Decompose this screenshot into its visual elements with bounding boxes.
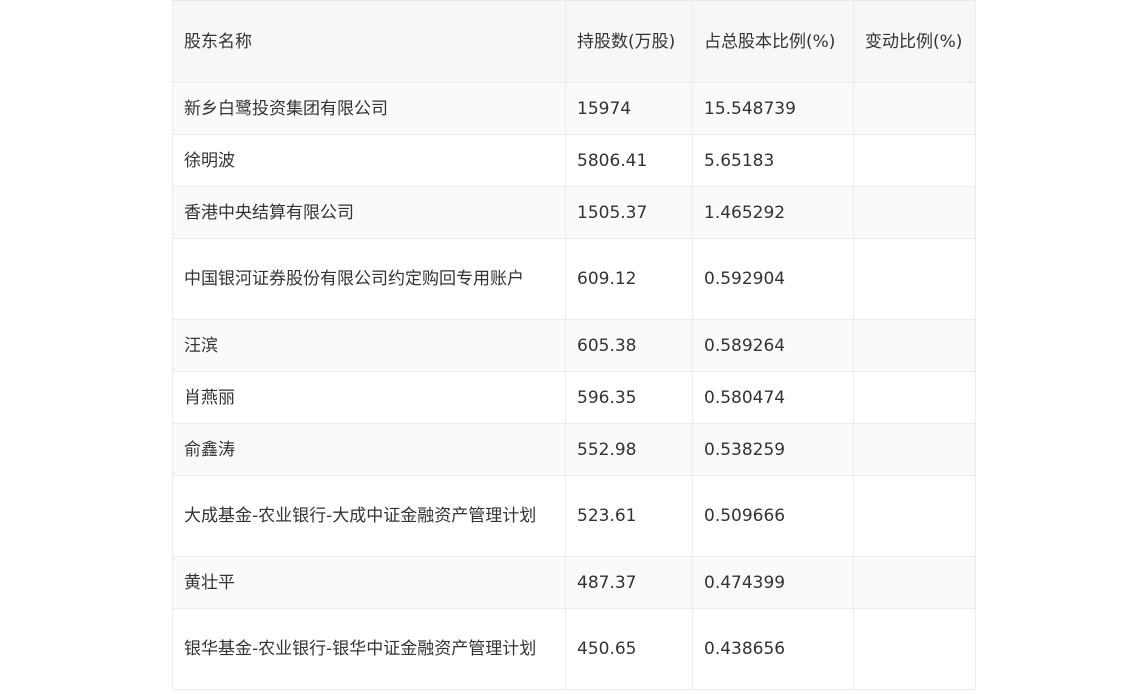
- cell-shares: 605.38: [565, 319, 693, 372]
- cell-change: [853, 475, 976, 557]
- cell-ratio: 0.474399: [692, 556, 854, 609]
- table-row: 新乡白鹭投资集团有限公司 15974 15.548739: [172, 82, 976, 135]
- cell-shareholder-name: 徐明波: [172, 134, 566, 187]
- cell-shares: 15974: [565, 82, 693, 135]
- cell-change: [853, 319, 976, 372]
- cell-shares: 552.98: [565, 423, 693, 476]
- cell-ratio: 0.580474: [692, 371, 854, 424]
- cell-shareholder-name: 大成基金-农业银行-大成中证金融资产管理计划: [172, 475, 566, 557]
- cell-change: [853, 608, 976, 690]
- header-shares-held: 持股数(万股): [565, 0, 693, 83]
- shareholder-table-container: 股东名称 持股数(万股) 占总股本比例(%) 变动比例(%) 新乡白鹭投资集团有…: [172, 0, 976, 690]
- cell-ratio: 0.438656: [692, 608, 854, 690]
- cell-change: [853, 371, 976, 424]
- table-row: 徐明波 5806.41 5.65183: [172, 134, 976, 187]
- cell-shares: 1505.37: [565, 186, 693, 239]
- table-row: 肖燕丽 596.35 0.580474: [172, 371, 976, 424]
- table-row: 香港中央结算有限公司 1505.37 1.465292: [172, 186, 976, 239]
- cell-shareholder-name: 中国银河证券股份有限公司约定购回专用账户: [172, 238, 566, 320]
- cell-shares: 596.35: [565, 371, 693, 424]
- cell-change: [853, 556, 976, 609]
- table-row: 黄壮平 487.37 0.474399: [172, 556, 976, 609]
- cell-ratio: 0.592904: [692, 238, 854, 320]
- cell-ratio: 0.589264: [692, 319, 854, 372]
- cell-ratio: 0.509666: [692, 475, 854, 557]
- cell-shareholder-name: 新乡白鹭投资集团有限公司: [172, 82, 566, 135]
- cell-shareholder-name: 汪滨: [172, 319, 566, 372]
- cell-shares: 5806.41: [565, 134, 693, 187]
- cell-ratio: 1.465292: [692, 186, 854, 239]
- cell-shares: 450.65: [565, 608, 693, 690]
- table-row: 俞鑫涛 552.98 0.538259: [172, 423, 976, 476]
- header-share-ratio: 占总股本比例(%): [692, 0, 854, 83]
- cell-ratio: 15.548739: [692, 82, 854, 135]
- table-row: 银华基金-农业银行-银华中证金融资产管理计划 450.65 0.438656: [172, 608, 976, 690]
- cell-shareholder-name: 肖燕丽: [172, 371, 566, 424]
- table-row: 大成基金-农业银行-大成中证金融资产管理计划 523.61 0.509666: [172, 475, 976, 557]
- cell-shares: 523.61: [565, 475, 693, 557]
- cell-shareholder-name: 俞鑫涛: [172, 423, 566, 476]
- cell-shareholder-name: 黄壮平: [172, 556, 566, 609]
- cell-ratio: 5.65183: [692, 134, 854, 187]
- header-shareholder-name: 股东名称: [172, 0, 566, 83]
- cell-change: [853, 82, 976, 135]
- cell-change: [853, 134, 976, 187]
- cell-change: [853, 423, 976, 476]
- table-row: 汪滨 605.38 0.589264: [172, 319, 976, 372]
- cell-shareholder-name: 银华基金-农业银行-银华中证金融资产管理计划: [172, 608, 566, 690]
- cell-change: [853, 238, 976, 320]
- table-header-row: 股东名称 持股数(万股) 占总股本比例(%) 变动比例(%): [172, 0, 976, 83]
- cell-change: [853, 186, 976, 239]
- cell-shares: 487.37: [565, 556, 693, 609]
- cell-shareholder-name: 香港中央结算有限公司: [172, 186, 566, 239]
- table-row: 中国银河证券股份有限公司约定购回专用账户 609.12 0.592904: [172, 238, 976, 320]
- cell-ratio: 0.538259: [692, 423, 854, 476]
- shareholder-table: 股东名称 持股数(万股) 占总股本比例(%) 变动比例(%) 新乡白鹭投资集团有…: [172, 0, 976, 690]
- cell-shares: 609.12: [565, 238, 693, 320]
- header-change-ratio: 变动比例(%): [853, 0, 976, 83]
